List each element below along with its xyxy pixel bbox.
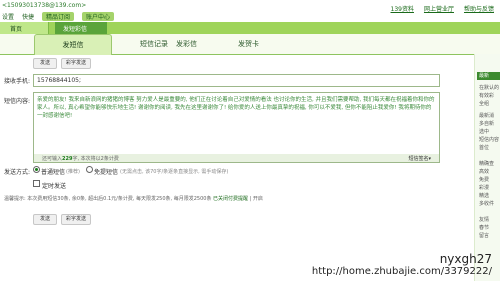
right-panel-line: 选中	[479, 129, 490, 135]
help-link[interactable]: 帮助与反馈	[464, 4, 494, 13]
recipient-value: 15768844105;	[37, 77, 82, 84]
tab-home[interactable]: 首页	[0, 22, 49, 34]
scheduled-send-checkbox[interactable]	[33, 180, 40, 187]
sms-content-textarea[interactable]: 亲爱的朋友! 我来自新浪网的猪猪的博客 努力爱人是最重要的, 他们正在讨论着自己…	[33, 92, 440, 156]
send-mode-label: 发送方式:	[4, 169, 31, 176]
enable-link[interactable]: | 开启	[250, 196, 263, 202]
right-panel-line: 多收件	[479, 201, 495, 207]
scheduled-send-label: 定时发送	[42, 183, 67, 190]
right-panel-header: 最新	[477, 72, 500, 80]
normal-sms-note: (推荐)	[66, 169, 80, 175]
tab-home-label: 首页	[10, 26, 23, 33]
recipient-field[interactable]: 15768844105;	[33, 74, 440, 87]
business-hall-link[interactable]: 网上营业厅	[424, 4, 454, 13]
right-panel-line: 在默认的	[479, 85, 499, 91]
account-email: <15093013738@139.com>	[2, 2, 87, 9]
free-sms-note: (无需点击, 该70字/条逐条直接显示, 需手动保存)	[120, 169, 229, 175]
color-send-button-top[interactable]: 彩字发送	[61, 58, 91, 69]
signature-dropdown[interactable]: 短信签名▾	[408, 155, 431, 162]
char-count-value: 229	[62, 156, 73, 162]
content-label: 短信内容:	[4, 98, 31, 105]
top-right-links: 139资料 网上营业厅 帮助与反馈	[391, 4, 494, 13]
send-button-top[interactable]: 发送	[33, 58, 57, 69]
account-center-menu[interactable]: 账户中心	[82, 12, 115, 21]
subtab-send-card[interactable]: 发贺卡	[238, 39, 259, 49]
warm-tip-text: 温馨提示: 本次费用短信30条, 余0条, 超出后0.1元/条计费, 每天限发2…	[4, 196, 212, 202]
right-panel-line: 精选	[479, 193, 490, 199]
right-panel-line: 彩漫	[479, 185, 490, 191]
send-button-bottom[interactable]: 发送	[33, 214, 57, 225]
normal-sms-radio[interactable]	[33, 166, 40, 173]
right-panel-line: 全组	[479, 101, 490, 107]
subscription-menu[interactable]: 精品订阅	[42, 12, 75, 21]
sub-tab-bar: 发短信 短信记录 发彩信 发贺卡	[0, 34, 500, 55]
profile-link[interactable]: 139资料	[391, 4, 414, 13]
tab-sms-mms-label: 发短彩信	[63, 26, 88, 33]
shortcut-menu[interactable]: 快捷	[22, 12, 34, 21]
subtab-sms-history[interactable]: 短信记录	[140, 39, 168, 49]
char-count: 还可输入229字, 本次将以2条计费	[42, 156, 119, 162]
right-panel-line: 留言	[479, 233, 490, 239]
right-panel-line: 有效彩	[479, 93, 495, 99]
watermark-url: http://home.zhubajie.com/3379222/	[311, 266, 492, 277]
normal-sms-label: 普通短信	[41, 169, 66, 176]
right-side-panel: 最新 在默认的 有效彩 全组 最新消 多自新 选中 短信内容 首位 精确查 高效…	[474, 54, 500, 281]
tab-sms-mms[interactable]: 发短彩信	[55, 22, 107, 34]
right-panel-line: 春节	[479, 225, 490, 231]
warm-tip: 温馨提示: 本次费用短信30条, 余0条, 超出后0.1元/条计费, 每天限发2…	[4, 195, 263, 202]
free-sms-label: 免提短信	[94, 169, 119, 176]
settings-menu[interactable]: 设置	[2, 12, 14, 21]
right-panel-line: 精确查	[479, 161, 495, 167]
right-panel-line: 多自新	[479, 121, 495, 127]
right-panel-line: 最新消	[479, 113, 495, 119]
watermark-user: nyxgh27	[439, 252, 492, 266]
sms-content-text: 亲爱的朋友! 我来自新浪网的猪猪的博客 努力爱人是最重要的, 他们正在讨论着自己…	[37, 97, 435, 119]
free-sms-radio[interactable]	[86, 166, 93, 173]
right-panel-line: 高效	[479, 169, 490, 175]
top-menu: 设置 快捷 精品订阅 账户中心	[2, 12, 115, 21]
right-panel-line: 免费	[479, 177, 490, 183]
subtab-send-sms[interactable]: 发短信	[34, 34, 112, 55]
right-panel-line: 友情	[479, 217, 490, 223]
color-send-button-bottom[interactable]: 彩字发送	[61, 214, 91, 225]
subtab-send-mms[interactable]: 发彩信	[176, 39, 197, 49]
reminder-link[interactable]: 已关闭付费提醒	[213, 196, 248, 202]
recipient-label: 接收手机:	[4, 78, 31, 85]
right-panel-line: 短信内容	[479, 137, 499, 143]
content-status-bar: 还可输入229字, 本次将以2条计费 短信签名▾	[33, 154, 440, 163]
top-bar: <15093013738@139.com> 设置 快捷 精品订阅 账户中心 13…	[0, 0, 500, 23]
right-panel-line: 首位	[479, 145, 490, 151]
